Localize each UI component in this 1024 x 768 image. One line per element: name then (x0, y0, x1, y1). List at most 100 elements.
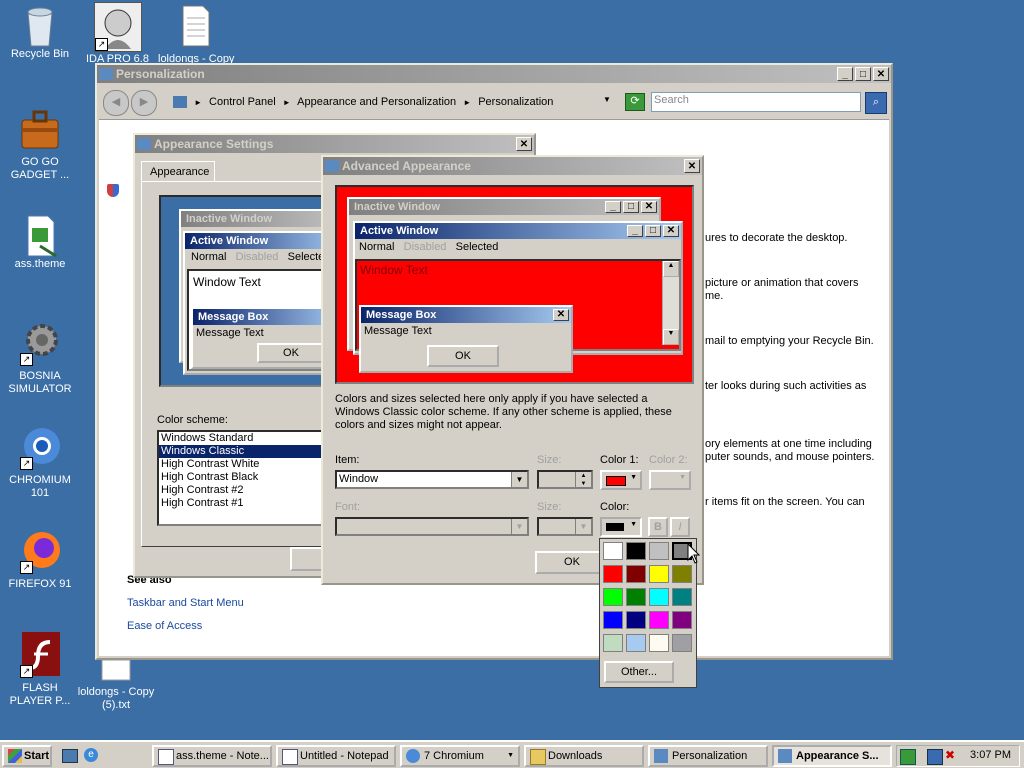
network-icon[interactable] (900, 749, 916, 765)
back-button[interactable]: ◀ (103, 90, 129, 116)
text-file-icon (96, 658, 136, 682)
clock[interactable]: 3:07 PM (970, 749, 1011, 761)
appearance-settings-titlebar[interactable]: Appearance Settings ✕ (135, 135, 534, 153)
search-input[interactable]: Search (651, 92, 861, 112)
volume-muted-icon[interactable]: ✖ (945, 748, 955, 762)
color-swatch[interactable] (603, 588, 623, 606)
quick-launch-desktop-icon[interactable] (62, 749, 78, 763)
color-swatch[interactable] (672, 634, 692, 652)
advanced-preview[interactable]: Inactive Window _ □ ✕ Active Window _ □ … (335, 185, 694, 384)
minimize-icon: _ (605, 201, 621, 213)
color-swatch[interactable] (603, 611, 623, 629)
address-bar[interactable]: ► Control Panel ► Appearance and Persona… (173, 92, 619, 112)
desktop-icon-flash-player[interactable]: ↗ FLASH PLAYER P... (0, 632, 80, 708)
color-swatch[interactable] (626, 634, 646, 652)
breadcrumb-control-panel[interactable]: Control Panel (209, 96, 276, 108)
color-swatch[interactable] (672, 611, 692, 629)
font-size-select: ▼ (537, 517, 593, 536)
quick-launch-ie-icon[interactable]: e (84, 748, 98, 762)
advanced-ok-button[interactable]: OK (535, 551, 609, 574)
desktop-icon-ass-theme[interactable]: ass.theme (0, 214, 80, 271)
color1-picker[interactable]: ▼ (600, 470, 642, 490)
taskbar-button-downloads[interactable]: Downloads (524, 745, 644, 767)
desktop-icon-bosnia-simulator[interactable]: ↗ BOSNIA SIMULATOR (0, 320, 80, 396)
taskbar-button-ass-theme[interactable]: ass.theme - Note... (152, 745, 272, 767)
color-swatch[interactable] (672, 588, 692, 606)
task-description: ures to decorate the desktop. (705, 232, 848, 244)
taskbar-button-chromium[interactable]: 7 Chromium ▼ (400, 745, 520, 767)
chevron-right-icon: ► (463, 98, 472, 107)
maximize-button[interactable]: □ (855, 67, 871, 81)
close-icon: ✕ (553, 309, 569, 321)
minimize-icon: _ (627, 225, 643, 237)
color-swatch[interactable] (626, 565, 646, 583)
color-scheme-list[interactable]: Windows Standard Windows Classic High Co… (157, 430, 336, 526)
control-panel-small-icon (173, 96, 187, 109)
color-swatch[interactable] (603, 565, 623, 583)
desktop-icon-ida-pro[interactable]: ↗ IDA PRO 6.8 (78, 2, 158, 52)
scheme-item-selected[interactable]: Windows Classic (159, 445, 334, 458)
color-swatch[interactable] (603, 634, 623, 652)
close-button[interactable]: ✕ (873, 67, 889, 81)
scheme-item[interactable]: Windows Standard (159, 432, 334, 445)
taskbar-button-label: Untitled - Notepad (300, 750, 389, 762)
tab-appearance[interactable]: Appearance (141, 161, 215, 181)
search-button[interactable]: ⌕ (865, 92, 887, 114)
link-taskbar-start-menu[interactable]: Taskbar and Start Menu (127, 597, 244, 609)
font-color-picker[interactable]: ▼ (600, 517, 642, 537)
scheme-item[interactable]: High Contrast #1 (159, 497, 334, 510)
chevron-down-icon[interactable]: ▼ (511, 472, 527, 487)
control-panel-icon (654, 749, 668, 763)
start-button[interactable]: Start (2, 745, 52, 767)
minimize-button[interactable]: _ (837, 67, 853, 81)
desktop-icon-label: FIREFOX 91 (8, 578, 72, 590)
color-swatch[interactable] (649, 634, 669, 652)
scheme-item[interactable]: High Contrast Black (159, 471, 334, 484)
color-swatch[interactable] (626, 542, 646, 560)
personalization-titlebar[interactable]: Personalization _ □ ✕ (97, 65, 891, 83)
taskbar-button-appearance-settings[interactable]: Appearance S... (772, 745, 892, 767)
shortcut-arrow-icon: ↗ (95, 38, 108, 51)
color-swatch[interactable] (626, 611, 646, 629)
close-button[interactable]: ✕ (516, 137, 532, 151)
taskbar-button-label: 7 Chromium (424, 750, 484, 762)
refresh-button[interactable]: ⟳ (625, 93, 645, 111)
desktop-icon-firefox[interactable]: ↗ FIREFOX 91 (0, 528, 80, 591)
close-icon: ✕ (641, 201, 657, 213)
preview-message-box: Message Box Message Text OK (191, 307, 331, 369)
desktop-icon-recycle-bin[interactable]: Recycle Bin (0, 4, 80, 61)
item-select[interactable]: Window ▼ (335, 470, 529, 489)
font-label: Font: (335, 501, 361, 513)
color-swatch[interactable] (649, 565, 669, 583)
taskbar-button-untitled-notepad[interactable]: Untitled - Notepad (276, 745, 396, 767)
desktop-icon-go-go-gadget[interactable]: GO GO GADGET ... (0, 106, 80, 182)
adv-preview-menu-normal: Normal (359, 241, 395, 253)
adv-preview-inactive-title: Inactive Window (354, 201, 441, 213)
address-dropdown-button[interactable]: ▼ (603, 95, 611, 104)
shortcut-arrow-icon: ↗ (20, 353, 33, 366)
security-icon[interactable] (927, 749, 943, 765)
scheme-item[interactable]: High Contrast White (159, 458, 334, 471)
scheme-item[interactable]: High Contrast #2 (159, 484, 334, 497)
breadcrumb-appearance[interactable]: Appearance and Personalization (297, 96, 456, 108)
color-swatch[interactable] (603, 542, 623, 560)
close-button[interactable]: ✕ (684, 159, 700, 173)
desktop-icon-chromium[interactable]: ↗ CHROMIUM 101 (0, 424, 80, 500)
color-swatch[interactable] (649, 611, 669, 629)
color-swatch[interactable] (672, 565, 692, 583)
taskbar-button-personalization[interactable]: Personalization (648, 745, 768, 767)
color-swatch[interactable] (649, 588, 669, 606)
font-color-swatch (606, 523, 624, 531)
color-swatch[interactable] (649, 542, 669, 560)
adv-preview-msgbox-title: Message Box (366, 309, 437, 321)
color-swatch[interactable] (626, 588, 646, 606)
desktop-icon-loldongs-copy[interactable] (155, 4, 235, 48)
other-color-button[interactable]: Other... (604, 661, 674, 683)
item-label: Item: (335, 454, 360, 466)
breadcrumb-personalization[interactable]: Personalization (478, 96, 553, 108)
chevron-down-icon: ▼ (575, 519, 591, 534)
desktop-icon-loldongs-5[interactable]: loldongs - Copy (5).txt (76, 658, 156, 712)
link-ease-of-access[interactable]: Ease of Access (127, 620, 202, 632)
forward-button[interactable]: ▶ (131, 90, 157, 116)
advanced-appearance-titlebar[interactable]: Advanced Appearance ✕ (323, 157, 702, 175)
